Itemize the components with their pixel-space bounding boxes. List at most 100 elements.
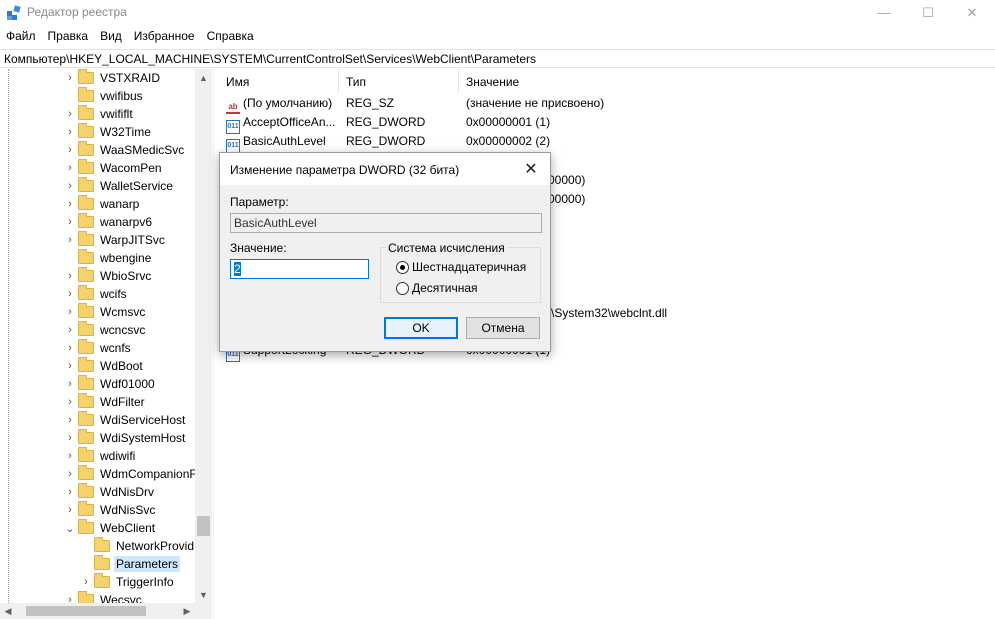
- radio-unselected-icon[interactable]: [396, 282, 409, 295]
- tree-item[interactable]: ›WdiServiceHost: [64, 411, 187, 429]
- expand-chevron-icon[interactable]: ›: [80, 573, 92, 591]
- tree-item[interactable]: › WaaSMedicSvc: [64, 141, 186, 159]
- horizontal-scroll-thumb[interactable]: [26, 606, 146, 616]
- tree-item[interactable]: ›wcnfs: [64, 339, 133, 357]
- tree-item[interactable]: ›TriggerInfo: [80, 573, 176, 591]
- column-header-type[interactable]: Тип: [339, 69, 459, 93]
- address-bar[interactable]: Компьютер\HKEY_LOCAL_MACHINE\SYSTEM\Curr…: [0, 49, 995, 68]
- expand-chevron-icon[interactable]: ⌄: [64, 519, 76, 537]
- scroll-right-icon[interactable]: ▶: [179, 603, 195, 619]
- tree-item-label: vwifibus: [98, 88, 145, 104]
- expand-chevron-icon[interactable]: ›: [64, 339, 76, 357]
- menu-view[interactable]: Вид: [94, 27, 128, 46]
- folder-icon: [78, 360, 94, 372]
- menu-edit[interactable]: Правка: [42, 27, 95, 46]
- tree-item[interactable]: ›WdNisDrv: [64, 483, 156, 501]
- tree-item[interactable]: ›WbioSrvc: [64, 267, 153, 285]
- tree-item[interactable]: ›W32Time: [64, 123, 153, 141]
- expand-chevron-icon[interactable]: ›: [64, 177, 76, 195]
- menu-favorites[interactable]: Избранное: [128, 27, 201, 46]
- expand-chevron-icon[interactable]: ›: [64, 141, 76, 159]
- expand-chevron-icon[interactable]: ›: [64, 105, 76, 123]
- tree-item[interactable]: Parameters: [80, 555, 180, 573]
- value-name: BasicAuthLevel: [243, 134, 326, 148]
- tree-item-label: WaaSMedicSvc: [98, 142, 186, 158]
- value-input-text: 2: [234, 262, 241, 276]
- expand-chevron-icon[interactable]: ›: [64, 393, 76, 411]
- parameter-label: Параметр:: [230, 195, 289, 209]
- tree-item[interactable]: ›Wcmsvc: [64, 303, 147, 321]
- expand-chevron-icon[interactable]: ›: [64, 483, 76, 501]
- column-header-value[interactable]: Значение: [459, 69, 995, 93]
- expand-chevron-icon[interactable]: ›: [64, 159, 76, 177]
- minimize-button[interactable]: —: [861, 0, 907, 25]
- expand-chevron-icon[interactable]: ›: [64, 231, 76, 249]
- tree-item[interactable]: › WdmCompanionF: [64, 465, 199, 483]
- expand-chevron-icon[interactable]: ›: [64, 465, 76, 483]
- scroll-thumb[interactable]: [197, 516, 210, 536]
- ok-button[interactable]: OK: [384, 317, 458, 339]
- tree-item[interactable]: ›wanarpv6: [64, 213, 154, 231]
- radio-hex-label: Шестнадцатеричная: [412, 260, 526, 274]
- value-input[interactable]: 2: [230, 259, 369, 279]
- tree-item[interactable]: ›VSTXRAID: [64, 69, 162, 87]
- tree-item[interactable]: ›WacomPen: [64, 159, 164, 177]
- tree-item[interactable]: › WdBoot: [64, 357, 145, 375]
- folder-icon: [78, 522, 94, 534]
- tree-item[interactable]: ›wcifs: [64, 285, 129, 303]
- expand-chevron-icon[interactable]: ›: [64, 357, 76, 375]
- value-name: AcceptOfficeAn...: [243, 115, 336, 129]
- tree-item[interactable]: ›WalletService: [64, 177, 175, 195]
- list-row[interactable]: 011BasicAuthLevel REG_DWORD 0x00000002 (…: [219, 132, 995, 151]
- tree-vertical-scrollbar[interactable]: ▲ ▼: [195, 69, 212, 603]
- radio-hexadecimal[interactable]: Шестнадцатеричная: [396, 260, 526, 274]
- scroll-left-icon[interactable]: ◀: [0, 603, 16, 619]
- menu-help[interactable]: Справка: [201, 27, 260, 46]
- list-row[interactable]: ab(По умолчанию) REG_SZ (значение не при…: [219, 94, 995, 113]
- tree-item[interactable]: › wdiwifi: [64, 447, 137, 465]
- radio-decimal[interactable]: Десятичная: [396, 281, 478, 295]
- tree-item[interactable]: ›Wdf01000: [64, 375, 157, 393]
- tree-item-label: WebClient: [98, 520, 157, 536]
- expand-chevron-icon[interactable]: ›: [64, 375, 76, 393]
- tree-item[interactable]: ›wanarp: [64, 195, 141, 213]
- expand-chevron-icon[interactable]: ›: [64, 303, 76, 321]
- tree-item[interactable]: ›WdiSystemHost: [64, 429, 187, 447]
- expand-chevron-icon[interactable]: ›: [64, 195, 76, 213]
- expand-chevron-icon[interactable]: ›: [64, 123, 76, 141]
- menu-file[interactable]: Файл: [0, 27, 42, 46]
- tree-item[interactable]: ›WdFilter: [64, 393, 147, 411]
- tree-item[interactable]: vwifibus: [64, 87, 145, 105]
- list-row[interactable]: 011AcceptOfficeAn... REG_DWORD 0x0000000…: [219, 113, 995, 132]
- tree-item-label: WdmCompanionF: [98, 466, 199, 482]
- tree-item[interactable]: ⌄ WebClient: [64, 519, 157, 537]
- scroll-down-icon[interactable]: ▼: [195, 586, 212, 603]
- expand-chevron-icon[interactable]: ›: [64, 69, 76, 87]
- expand-chevron-icon[interactable]: ›: [64, 429, 76, 447]
- expand-chevron-icon[interactable]: ›: [64, 267, 76, 285]
- expand-chevron-icon[interactable]: ›: [64, 285, 76, 303]
- tree-item[interactable]: ›vwififlt: [64, 105, 135, 123]
- expand-chevron-icon[interactable]: ›: [64, 321, 76, 339]
- expand-chevron-icon[interactable]: ›: [64, 447, 76, 465]
- cancel-button[interactable]: Отмена: [466, 317, 540, 339]
- close-window-button[interactable]: ✕: [949, 0, 995, 25]
- dialog-close-icon[interactable]: ✕: [520, 158, 542, 180]
- tree-item[interactable]: ›WarpJITSvc: [64, 231, 167, 249]
- expand-chevron-icon[interactable]: ›: [64, 213, 76, 231]
- scroll-up-icon[interactable]: ▲: [195, 69, 212, 86]
- maximize-button[interactable]: ☐: [905, 0, 951, 25]
- tree-item[interactable]: NetworkProvid: [80, 537, 196, 555]
- tree-item[interactable]: wbengine: [64, 249, 153, 267]
- expand-chevron-icon[interactable]: ›: [64, 411, 76, 429]
- tree-item[interactable]: ›wcncsvc: [64, 321, 147, 339]
- tree-horizontal-scrollbar[interactable]: ◀ ▶: [0, 603, 212, 619]
- expand-chevron-icon[interactable]: ›: [64, 501, 76, 519]
- folder-icon: [78, 216, 94, 228]
- folder-icon: [94, 576, 110, 588]
- tree-item-label: WdBoot: [98, 358, 145, 374]
- tree-item[interactable]: ›WdNisSvc: [64, 501, 157, 519]
- radio-selected-icon[interactable]: [396, 261, 409, 274]
- tree-item-label: wdiwifi: [98, 448, 137, 464]
- column-header-name[interactable]: Имя: [219, 69, 339, 93]
